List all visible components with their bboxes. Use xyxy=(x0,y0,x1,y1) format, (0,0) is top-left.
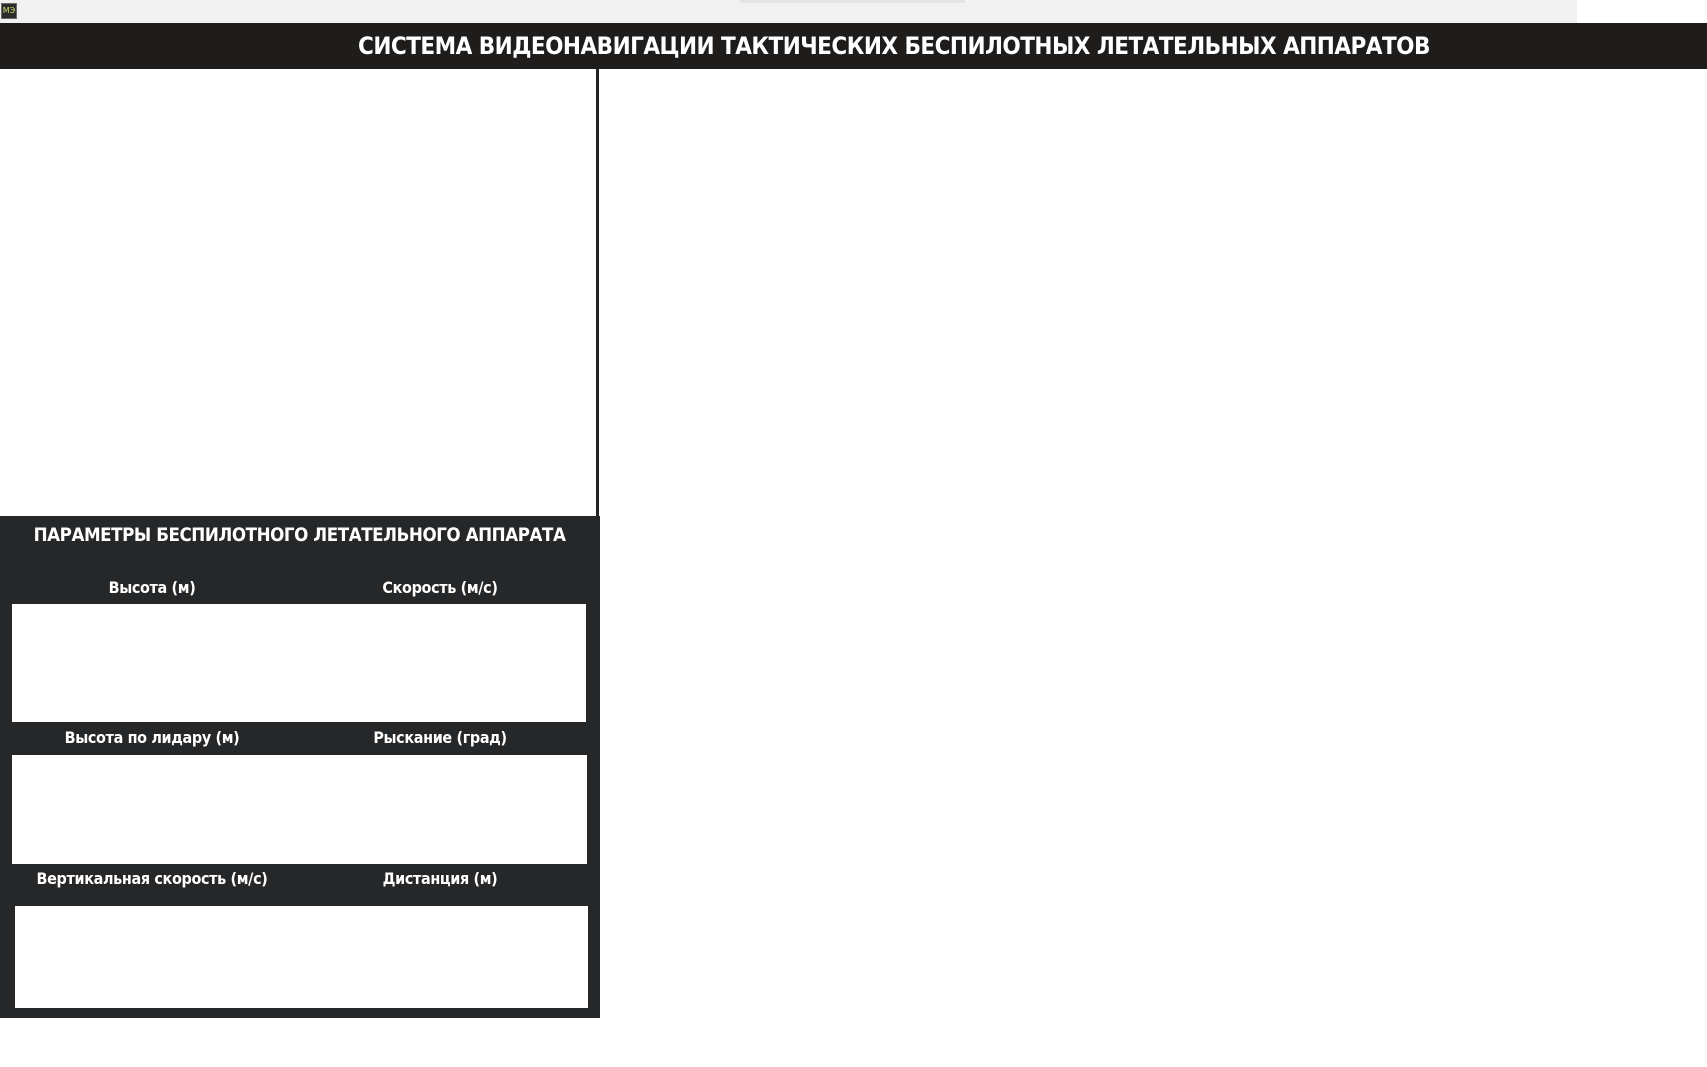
yaw-value xyxy=(300,755,588,864)
title-bar: СИСТЕМА ВИДЕОНАВИГАЦИИ ТАКТИЧЕСКИХ БЕСПИ… xyxy=(0,23,1707,69)
parameters-panel: ПАРАМЕТРЫ БЕСПИЛОТНОГО ЛЕТАТЕЛЬНОГО АППА… xyxy=(0,516,600,1018)
lidar-altitude-value xyxy=(12,755,300,864)
altitude-speed-box xyxy=(12,604,586,722)
speed-label: Скорость (м/с) xyxy=(382,578,498,597)
speed-value xyxy=(299,604,586,722)
vspeed-distance-box xyxy=(15,906,588,1008)
app-title: СИСТЕМА ВИДЕОНАВИГАЦИИ ТАКТИЧЕСКИХ БЕСПИ… xyxy=(358,32,1430,60)
altitude-value xyxy=(12,604,299,722)
lidar-yaw-box xyxy=(12,755,587,864)
altitude-label: Высота (м) xyxy=(108,578,196,597)
yaw-label: Рыскание (град) xyxy=(373,728,507,747)
app-window: МЭ СИСТЕМА ВИДЕОНАВИГАЦИИ ТАКТИЧЕСКИХ БЕ… xyxy=(0,0,1707,1067)
parameters-title: ПАРАМЕТРЫ БЕСПИЛОТНОГО ЛЕТАТЕЛЬНОГО АППА… xyxy=(33,524,566,546)
map-pane[interactable] xyxy=(600,69,1707,1067)
pane-divider xyxy=(596,69,599,517)
lidar-altitude-label: Высота по лидару (м) xyxy=(64,728,240,747)
distance-value xyxy=(302,906,589,1008)
video-feed-pane[interactable] xyxy=(0,69,597,516)
vertical-speed-label: Вертикальная скорость (м/с) xyxy=(36,869,268,888)
app-logo-icon: МЭ xyxy=(1,3,17,19)
distance-label: Дистанция (м) xyxy=(382,869,498,888)
window-strip: МЭ xyxy=(0,0,1577,23)
vertical-speed-value xyxy=(15,906,302,1008)
strip-marker xyxy=(740,0,965,3)
